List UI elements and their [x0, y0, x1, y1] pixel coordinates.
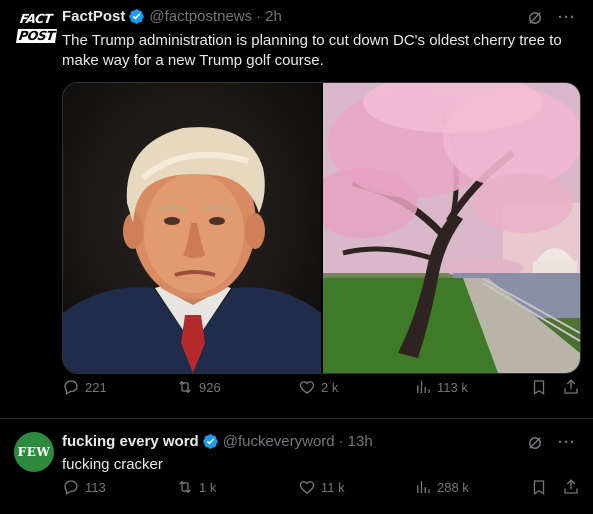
- views-icon: [417, 381, 430, 393]
- views-button[interactable]: 113 k: [414, 378, 468, 396]
- tweet-header: fucking every word @fuckeveryword · 13h: [62, 433, 373, 450]
- repost-button[interactable]: 926: [176, 378, 221, 396]
- portrait-photo[interactable]: [63, 83, 321, 373]
- repost-icon: [179, 480, 191, 494]
- timestamp[interactable]: 2h: [265, 8, 282, 25]
- reply-button[interactable]: 113: [62, 478, 106, 496]
- grok-icon[interactable]: [526, 434, 544, 452]
- media-grid[interactable]: [62, 82, 581, 374]
- reply-icon: [64, 480, 78, 495]
- share-button[interactable]: [562, 478, 580, 496]
- grok-icon[interactable]: [526, 9, 544, 27]
- views-count: 288 k: [437, 479, 469, 495]
- timestamp[interactable]: 13h: [348, 433, 373, 450]
- more-icon[interactable]: ···: [558, 10, 576, 25]
- repost-icon: [179, 380, 191, 394]
- display-name[interactable]: fucking every word: [62, 433, 199, 450]
- tweet-text: The Trump administration is planning to …: [62, 32, 562, 69]
- tweet-text: fucking cracker: [62, 456, 163, 473]
- views-icon: [417, 481, 430, 493]
- separator-dot: ·: [256, 8, 262, 25]
- tweet-header: FactPost @factpostnews · 2h: [62, 8, 282, 25]
- repost-count: 926: [199, 379, 221, 395]
- share-button[interactable]: [562, 378, 580, 396]
- bookmark-button[interactable]: [530, 478, 548, 496]
- like-icon: [299, 381, 315, 394]
- cherry-blossom-photo[interactable]: [323, 83, 580, 373]
- reply-count: 221: [85, 379, 107, 395]
- like-icon: [299, 481, 315, 494]
- like-count: 2 k: [321, 379, 339, 395]
- verified-badge-icon: [202, 434, 218, 449]
- share-icon: [564, 479, 578, 494]
- share-icon: [564, 379, 578, 394]
- bookmark-icon: [533, 380, 545, 396]
- reply-count: 113: [85, 479, 106, 495]
- avatar-few[interactable]: FEW: [14, 432, 54, 472]
- reply-button[interactable]: 221: [62, 378, 107, 396]
- display-name[interactable]: FactPost: [62, 8, 125, 25]
- like-button[interactable]: 11 k: [298, 478, 345, 496]
- repost-count: 1 k: [199, 479, 217, 495]
- tweet-fuckeveryword[interactable]: FEW fucking every word @fuckeveryword · …: [0, 419, 593, 514]
- repost-button[interactable]: 1 k: [176, 478, 216, 496]
- reply-icon: [64, 380, 78, 395]
- avatar-label-top: FACT: [19, 11, 54, 26]
- like-count: 11 k: [321, 479, 345, 495]
- separator-dot: ·: [338, 433, 344, 450]
- handle[interactable]: @fuckeveryword: [223, 433, 335, 450]
- bookmark-button[interactable]: [530, 378, 548, 396]
- views-button[interactable]: 288 k: [414, 478, 469, 496]
- like-button[interactable]: 2 k: [298, 378, 338, 396]
- tweet-factpost[interactable]: FACT POST FactPost @factpostnews · 2h ··…: [0, 0, 593, 418]
- bookmark-icon: [533, 480, 545, 496]
- avatar-factpost[interactable]: FACT POST: [16, 9, 58, 45]
- avatar-label-bottom: POST: [16, 28, 58, 43]
- more-icon[interactable]: ···: [558, 435, 576, 450]
- handle[interactable]: @factpostnews: [149, 8, 252, 25]
- verified-badge-icon: [129, 9, 145, 24]
- views-count: 113 k: [437, 379, 468, 395]
